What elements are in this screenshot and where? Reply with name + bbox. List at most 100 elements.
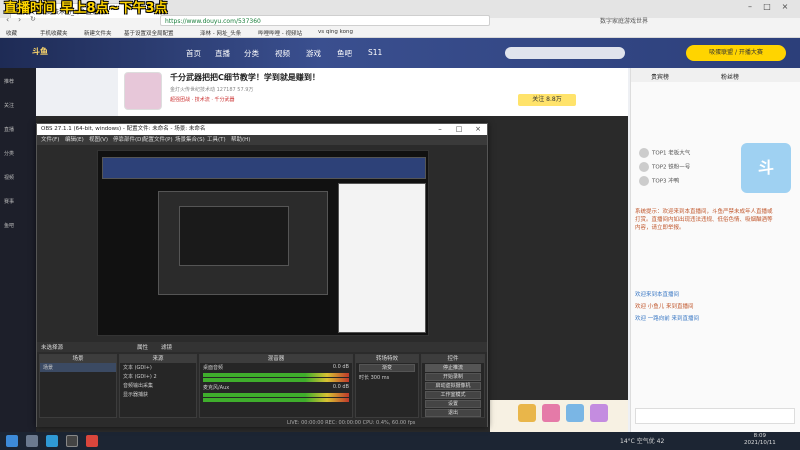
bookmark-item[interactable]: 新建文件夹: [84, 29, 112, 37]
sidebar-item[interactable]: 直播: [4, 126, 14, 133]
scene-item[interactable]: 场景: [40, 363, 116, 372]
gift-icon[interactable]: [590, 404, 608, 422]
gift-icon[interactable]: [542, 404, 560, 422]
url-field[interactable]: https://www.douyu.com/537360: [160, 15, 490, 26]
obs-status-bar: LIVE: 00:00:00 REC: 00:00:00 CPU: 0.4%, …: [37, 419, 487, 427]
transitions-panel: 转场特效 渐变 时长 300 ms: [355, 354, 419, 418]
browser-icon[interactable]: [46, 435, 58, 447]
scenes-panel: 场景 场景: [39, 354, 117, 418]
menu-scene-collection[interactable]: 场景集合(S): [175, 135, 205, 145]
preview-chat: [338, 183, 426, 333]
menu-dock[interactable]: 停靠部件(D): [113, 135, 144, 145]
panel-title: 混音器: [200, 355, 352, 363]
sidebar-item[interactable]: 推荐: [4, 78, 14, 85]
minimize-icon[interactable]: –: [431, 124, 449, 135]
sidebar-item[interactable]: 关注: [4, 102, 14, 109]
sidebar-item[interactable]: 赛事: [4, 198, 14, 205]
mascot-badge: 斗: [741, 143, 791, 193]
gift-icon[interactable]: [518, 404, 536, 422]
close-icon[interactable]: ×: [780, 2, 790, 12]
nav-category[interactable]: 分类: [244, 48, 259, 59]
close-icon[interactable]: ×: [469, 124, 487, 135]
controls-panel: 控件 停止推流 开始录制 启动虚拟摄像机 工作室模式 设置 退出: [421, 354, 485, 418]
status-text: LIVE: 00:00:00 REC: 00:00:00 CPU: 0.4%, …: [287, 420, 416, 426]
sidebar-item[interactable]: 鱼吧: [4, 222, 14, 229]
bookmark-item[interactable]: 手机收藏夹: [40, 29, 68, 37]
menu-file[interactable]: 文件(F): [41, 135, 59, 145]
tab-vip[interactable]: 贵宾榜: [651, 72, 669, 81]
clock-date: 2021/10/11: [744, 440, 776, 446]
nav-video[interactable]: 视频: [275, 48, 290, 59]
follow-button[interactable]: 关注 8.8万: [518, 94, 576, 106]
nav-home[interactable]: 首页: [186, 48, 201, 59]
mixer-channel: 麦克风/Aux 0.0 dB: [203, 384, 349, 391]
source-item[interactable]: 音频输出采集: [120, 381, 196, 390]
maximize-icon[interactable]: □: [762, 2, 772, 12]
transition-select[interactable]: 渐变: [359, 364, 415, 372]
panel-title: 来源: [120, 355, 196, 363]
clock[interactable]: 8:09 2021/10/11: [744, 433, 776, 447]
bookmark-item[interactable]: 基于设置双全局配置: [124, 29, 174, 37]
site-header: 斗鱼 首页 直播 分类 视频 游戏 鱼吧 S11 吸蛋联盟 / 开播大赛: [0, 38, 800, 68]
filters-button[interactable]: 滤镜: [161, 343, 172, 351]
nav-live[interactable]: 直播: [215, 48, 230, 59]
mixer-channel: 桌面音频 0.0 dB: [203, 364, 349, 371]
stop-streaming-button[interactable]: 停止推流: [425, 364, 481, 372]
sidebar-item[interactable]: 分类: [4, 150, 14, 157]
preview-site-header: [102, 157, 426, 179]
source-item[interactable]: 文本 (GDI+) 2: [120, 372, 196, 381]
header-promo-button[interactable]: 吸蛋联盟 / 开播大赛: [686, 45, 786, 61]
tab-fans[interactable]: 粉丝榜: [721, 72, 739, 81]
studio-mode-button[interactable]: 工作室模式: [425, 391, 481, 399]
bookmarks-bar: 收藏 手机收藏夹 新建文件夹 基于设置双全局配置 泽林 - 网址_头条 哔哩哔哩…: [0, 27, 800, 38]
exit-button[interactable]: 退出: [425, 409, 481, 417]
streamer-avatar[interactable]: [124, 72, 162, 110]
bookmark-item[interactable]: 收藏: [6, 29, 17, 37]
app-icon[interactable]: [86, 435, 98, 447]
menu-view[interactable]: 视图(V): [89, 135, 108, 145]
volume-meter: [203, 398, 349, 402]
nav-games[interactable]: 游戏: [306, 48, 321, 59]
menu-profile[interactable]: 配置文件(P): [143, 135, 173, 145]
settings-button[interactable]: 设置: [425, 400, 481, 408]
address-hint[interactable]: 数字家庭游戏世界: [600, 16, 648, 25]
virtual-camera-button[interactable]: 启动虚拟摄像机: [425, 382, 481, 390]
minimize-icon[interactable]: –: [745, 2, 755, 12]
chat-message: 欢迎 一路向前 来到直播间: [635, 316, 699, 322]
duration-row: 时长 300 ms: [359, 375, 390, 381]
chat-input[interactable]: [635, 408, 795, 424]
sidebar-item[interactable]: 视频: [4, 174, 14, 181]
menu-help[interactable]: 帮助(H): [231, 135, 250, 145]
rank-entry[interactable]: TOP3 冲鸭: [639, 176, 679, 186]
avatar: [639, 162, 649, 172]
source-item[interactable]: 显示器捕获: [120, 390, 196, 399]
source-item[interactable]: 文本 (GDI+): [120, 363, 196, 372]
menu-edit[interactable]: 编辑(E): [65, 135, 84, 145]
sources-panel: 来源 文本 (GDI+) 文本 (GDI+) 2 音频输出采集 显示器捕获: [119, 354, 197, 418]
gift-bar: [490, 400, 628, 432]
rank-entry[interactable]: TOP2 铁粉一号: [639, 162, 690, 172]
obs-title: OBS 27.1.1 (64-bit, windows) - 配置文件: 未命名…: [41, 126, 206, 132]
rank-entry[interactable]: TOP1 老板大气: [639, 148, 690, 158]
menu-tools[interactable]: 工具(T): [207, 135, 226, 145]
obs-icon[interactable]: [66, 435, 78, 447]
properties-button[interactable]: 属性: [137, 343, 148, 351]
gift-icon[interactable]: [566, 404, 584, 422]
site-search-input[interactable]: [505, 47, 625, 59]
system-tray[interactable]: 14°C 空气优 42: [620, 436, 664, 445]
bookmark-item[interactable]: 哔哩哔哩 - 视频站: [258, 29, 302, 37]
nav-s11[interactable]: S11: [368, 48, 382, 57]
start-recording-button[interactable]: 开始录制: [425, 373, 481, 381]
nav-yuba[interactable]: 鱼吧: [337, 48, 352, 59]
panel-title: 转场特效: [356, 355, 418, 363]
start-icon[interactable]: [6, 435, 18, 447]
maximize-icon[interactable]: □: [450, 124, 468, 135]
douyu-logo[interactable]: 斗鱼: [32, 46, 48, 57]
panel-title: 场景: [40, 355, 116, 363]
bookmark-item[interactable]: 泽林 - 网址_头条: [200, 29, 241, 37]
obs-preview[interactable]: [97, 150, 429, 336]
search-icon[interactable]: [26, 435, 38, 447]
volume-meter: [203, 393, 349, 397]
obs-window: OBS 27.1.1 (64-bit, windows) - 配置文件: 未命名…: [36, 123, 488, 427]
bookmark-item[interactable]: vs qing kong: [318, 29, 353, 35]
